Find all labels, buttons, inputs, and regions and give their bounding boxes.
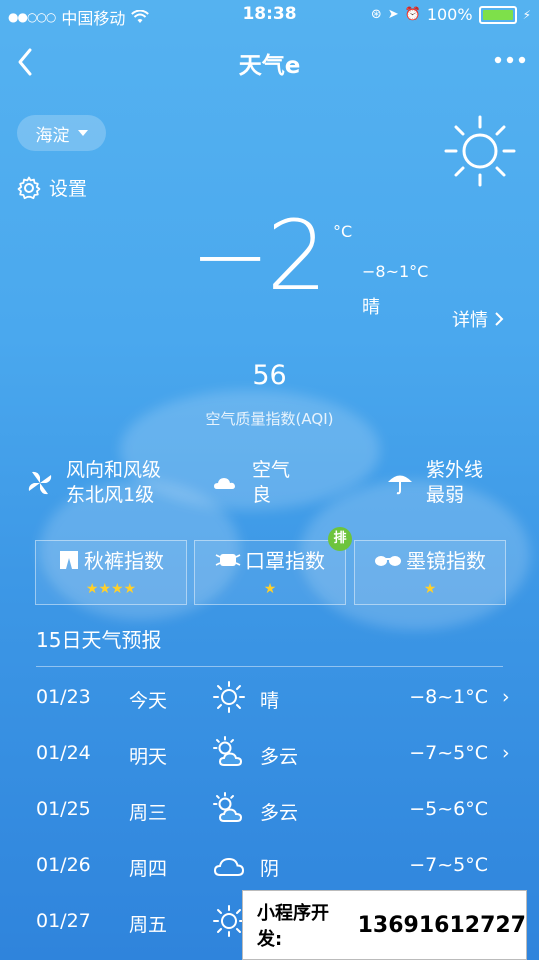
- promo-phone: 13691612727: [357, 912, 526, 938]
- forecast-date: 01/27: [36, 910, 91, 932]
- forecast-title: 15日天气预报: [36, 628, 162, 652]
- more-icon[interactable]: [493, 50, 527, 70]
- settings-label: 设置: [49, 178, 88, 200]
- page-title: 天气e: [238, 53, 301, 79]
- location-selector[interactable]: 海淀: [17, 115, 106, 151]
- location-arrow-icon: ➤: [387, 7, 399, 22]
- orientation-lock-icon: ⊛: [370, 7, 382, 22]
- info-value: 良: [252, 484, 272, 506]
- forecast-date: 01/23: [36, 686, 91, 708]
- sun-icon: [213, 905, 245, 937]
- umbrella-icon: [388, 475, 412, 495]
- forecast-day: 周四: [129, 858, 168, 880]
- index-card-long-johns[interactable]: 秋裤指数 ★★★★: [35, 540, 187, 605]
- charging-icon: ⚡: [522, 7, 531, 22]
- partly-cloudy-icon: [213, 736, 243, 766]
- forecast-day: 周五: [129, 914, 168, 936]
- forecast-date: 01/25: [36, 798, 91, 820]
- forecast-row[interactable]: 01/24 明天 多云 −7~5°C ›: [36, 736, 516, 776]
- chevron-right-icon: ›: [502, 686, 510, 708]
- navigation-bar: 天气e: [0, 40, 539, 84]
- sun-icon: [213, 681, 245, 713]
- mask-icon: [215, 553, 241, 566]
- details-label: 详情: [452, 310, 488, 331]
- location-name: 海淀: [35, 125, 70, 146]
- forecast-condition: 阴: [260, 858, 280, 880]
- index-label: 口罩指数: [245, 549, 325, 573]
- promo-banner: 小程序开发: 13691612727: [242, 890, 527, 960]
- info-uv: 紫外线 最弱: [386, 458, 483, 508]
- sunglasses-icon: [375, 555, 401, 566]
- forecast-day: 明天: [129, 746, 168, 768]
- chevron-right-icon: ›: [502, 742, 510, 764]
- gear-icon: [17, 176, 41, 199]
- sun-icon: [444, 115, 516, 187]
- fan-icon: [28, 471, 52, 495]
- battery-percent: 100%: [426, 5, 473, 24]
- info-value: 东北风1级: [66, 484, 155, 506]
- weather-condition: 晴: [362, 297, 380, 318]
- details-link[interactable]: 详情: [452, 306, 504, 332]
- settings-button[interactable]: 设置: [17, 174, 87, 201]
- forecast-temperature: −7~5°C: [409, 854, 488, 876]
- aqi-label: 空气质量指数(AQI): [205, 410, 334, 428]
- info-title: 空气: [252, 459, 291, 481]
- cloud-icon: [213, 857, 245, 876]
- index-rating: ★★★★: [85, 581, 137, 597]
- info-wind: 风向和风级 东北风1级: [26, 458, 161, 508]
- partly-cloudy-icon: [213, 792, 243, 822]
- promo-label: 小程序开发:: [257, 903, 329, 950]
- forecast-divider: [36, 666, 503, 667]
- forecast-row: 01/26 周四 阴 −7~5°C: [36, 848, 516, 888]
- forecast-condition: 多云: [260, 746, 299, 768]
- forecast-temperature: −5~6°C: [409, 798, 488, 820]
- caret-down-icon: [77, 129, 88, 136]
- forecast-condition: 晴: [260, 690, 280, 712]
- cloud-icon: [214, 478, 235, 489]
- forecast-row: 01/25 周三 多云 −5~6°C: [36, 792, 516, 832]
- chevron-right-icon: [495, 312, 504, 326]
- info-title: 风向和风级: [66, 459, 162, 481]
- forecast-date: 01/24: [36, 742, 91, 764]
- rank-badge[interactable]: 排: [328, 527, 352, 551]
- index-label: 秋裤指数: [84, 549, 164, 573]
- forecast-temperature: −7~5°C: [409, 742, 488, 764]
- forecast-condition: 多云: [260, 802, 299, 824]
- info-air: 空气 良: [212, 458, 290, 508]
- forecast-date: 01/26: [36, 854, 91, 876]
- index-card-mask[interactable]: 口罩指数 ★: [194, 540, 346, 605]
- index-rating: ★: [423, 581, 437, 597]
- index-rating: ★: [263, 581, 277, 597]
- status-right: ⊛ ➤ ⏰ 100% ⚡: [371, 5, 531, 24]
- forecast-day: 今天: [129, 690, 168, 712]
- battery-fill: [482, 9, 513, 20]
- alarm-icon: ⏰: [404, 7, 421, 22]
- forecast-row[interactable]: 01/23 今天 晴 −8~1°C ›: [36, 680, 516, 720]
- forecast-temperature: −8~1°C: [409, 686, 488, 708]
- index-card-sunglasses[interactable]: 墨镜指数 ★: [354, 540, 506, 605]
- temperature-range: −8~1°C: [362, 262, 429, 281]
- info-title: 紫外线: [426, 459, 484, 481]
- index-label: 墨镜指数: [406, 549, 486, 573]
- long-johns-icon: [60, 550, 78, 569]
- aqi-value: 56: [252, 360, 287, 391]
- status-bar: ●●○○○ 中国移动 18:38 ⊛ ➤ ⏰ 100% ⚡: [0, 0, 539, 30]
- battery-icon: [478, 5, 517, 24]
- temperature-unit: °C: [333, 222, 353, 241]
- info-value: 最弱: [426, 484, 465, 506]
- current-temperature: −2: [190, 200, 328, 312]
- forecast-day: 周三: [129, 802, 168, 824]
